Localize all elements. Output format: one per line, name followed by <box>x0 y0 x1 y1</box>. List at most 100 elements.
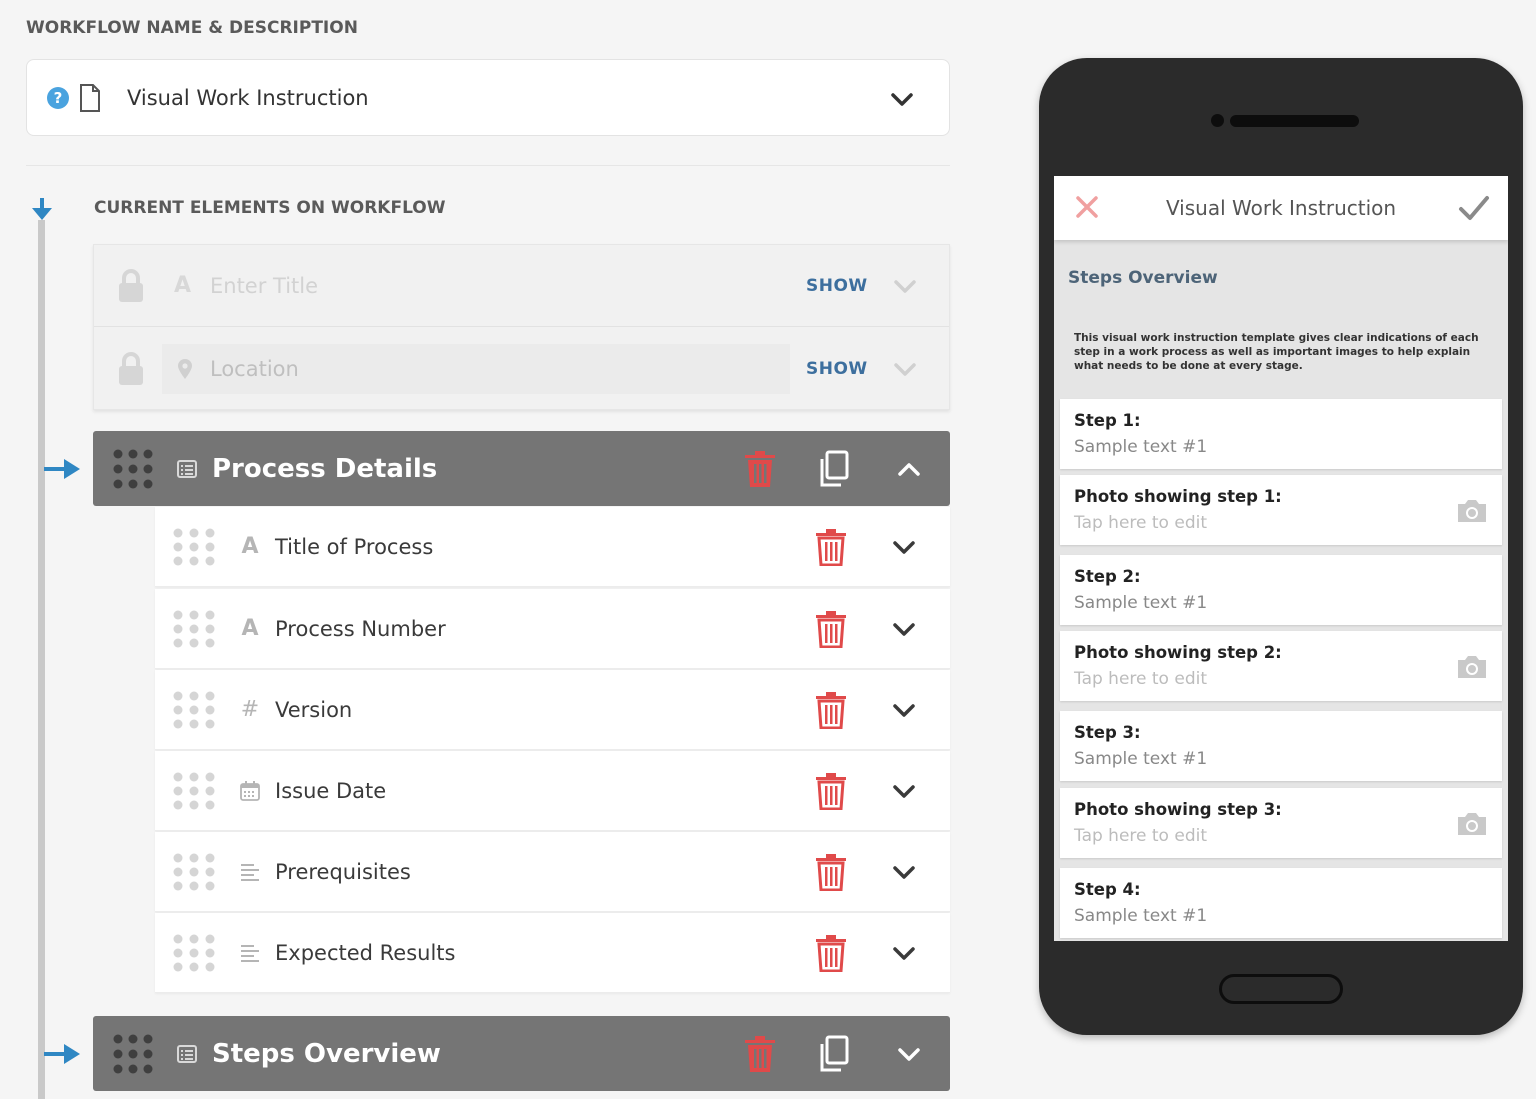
lock-icon <box>119 268 143 302</box>
drag-handle-icon[interactable] <box>173 772 215 810</box>
chevron-down-icon[interactable] <box>890 533 918 561</box>
trash-icon[interactable] <box>743 450 777 488</box>
trash-icon[interactable] <box>814 528 848 566</box>
trash-icon[interactable] <box>814 772 848 810</box>
text-icon: A <box>241 534 259 559</box>
chevron-down-icon[interactable] <box>890 777 918 805</box>
card-value: Tap here to edit <box>1074 513 1208 533</box>
calendar-icon <box>240 780 260 801</box>
trash-icon[interactable] <box>814 934 848 972</box>
preview-card[interactable]: Photo showing step 2: Tap here to edit <box>1060 631 1502 701</box>
number-icon: # <box>240 697 260 722</box>
camera-icon[interactable] <box>1456 654 1488 680</box>
preview-header: Visual Work Instruction <box>1054 176 1508 240</box>
location-placeholder: Location <box>210 357 299 381</box>
section-header-process-details[interactable]: Process Details <box>93 431 950 506</box>
drag-handle-icon[interactable] <box>173 610 215 648</box>
preview-card[interactable]: Photo showing step 3: Tap here to edit <box>1060 788 1502 858</box>
drag-handle-icon[interactable] <box>173 934 215 972</box>
preview-description: This visual work instruction template gi… <box>1074 332 1479 372</box>
chevron-down-icon[interactable] <box>890 615 918 643</box>
arrow-right-icon <box>44 1044 80 1064</box>
chevron-down-icon[interactable] <box>895 1040 923 1068</box>
element-row[interactable]: Issue Date <box>155 751 950 831</box>
preview-section-heading: Steps Overview <box>1068 268 1218 288</box>
arrow-right-icon <box>44 459 80 479</box>
paragraph-icon <box>241 944 259 962</box>
section-header-steps-overview[interactable]: Steps Overview <box>93 1016 950 1091</box>
trash-icon[interactable] <box>814 691 848 729</box>
title-placeholder: Enter Title <box>210 273 319 298</box>
timeline-line <box>38 220 45 1099</box>
show-button[interactable]: SHOW <box>806 359 868 379</box>
help-icon[interactable]: ? <box>47 86 69 109</box>
card-title: Step 4: <box>1074 880 1141 899</box>
phone-camera <box>1211 114 1224 127</box>
chevron-down-icon[interactable] <box>890 858 918 886</box>
divider <box>26 165 950 166</box>
show-button[interactable]: SHOW <box>806 276 868 296</box>
card-value: Tap here to edit <box>1074 669 1208 689</box>
section-list-icon <box>177 459 197 478</box>
trash-icon[interactable] <box>814 853 848 891</box>
chevron-down-icon <box>894 363 916 376</box>
current-elements-label: CURRENT ELEMENTS ON WORKFLOW <box>94 198 446 218</box>
card-title: Step 1: <box>1074 411 1141 430</box>
card-value: Tap here to edit <box>1074 826 1208 846</box>
paragraph-icon <box>241 863 259 881</box>
drag-handle-icon[interactable] <box>113 449 153 489</box>
drag-handle-icon[interactable] <box>173 691 215 729</box>
card-title: Photo showing step 3: <box>1074 800 1282 819</box>
duplicate-icon[interactable] <box>817 1035 851 1073</box>
card-value: Sample text #1 <box>1074 749 1208 769</box>
duplicate-icon[interactable] <box>817 450 851 488</box>
workflow-name-card[interactable]: ? Visual Work Instruction <box>26 59 950 136</box>
preview-title: Visual Work Instruction <box>1165 196 1397 220</box>
drag-handle-icon[interactable] <box>173 853 215 891</box>
locked-row-title: A Enter Title SHOW <box>94 245 949 327</box>
card-value: Sample text #1 <box>1074 437 1208 457</box>
check-icon[interactable] <box>1458 194 1490 222</box>
chevron-down-icon <box>894 279 916 293</box>
locked-row-location: Location SHOW <box>94 328 949 410</box>
camera-icon[interactable] <box>1456 498 1488 524</box>
chevron-down-icon[interactable] <box>889 86 915 112</box>
text-icon: A <box>174 273 192 298</box>
preview-card[interactable]: Step 4: Sample text #1 <box>1060 868 1502 938</box>
section-list-icon <box>177 1044 197 1063</box>
element-row[interactable]: Expected Results <box>155 913 950 993</box>
text-icon: A <box>241 616 259 641</box>
chevron-up-icon[interactable] <box>895 455 923 483</box>
chevron-down-icon[interactable] <box>890 939 918 967</box>
card-title: Photo showing step 2: <box>1074 643 1282 662</box>
lock-icon <box>119 352 143 385</box>
preview-card[interactable]: Step 1: Sample text #1 <box>1060 399 1502 469</box>
preview-card[interactable]: Photo showing step 1: Tap here to edit <box>1060 475 1502 545</box>
phone-home-button <box>1219 974 1343 1004</box>
card-title: Photo showing step 1: <box>1074 487 1282 506</box>
preview-card[interactable]: Step 2: Sample text #1 <box>1060 555 1502 625</box>
card-title: Step 2: <box>1074 567 1141 586</box>
phone-speaker <box>1230 115 1359 127</box>
drag-handle-icon[interactable] <box>173 528 215 566</box>
document-icon <box>80 83 100 112</box>
section-title: Steps Overview <box>212 1038 441 1069</box>
element-row[interactable]: # Version <box>155 670 950 750</box>
workflow-name-label: WORKFLOW NAME & DESCRIPTION <box>26 18 358 38</box>
drag-handle-icon[interactable] <box>113 1034 153 1074</box>
locked-fields-group: A Enter Title SHOW Location SHOW <box>93 244 950 410</box>
element-row[interactable]: Prerequisites <box>155 832 950 912</box>
chevron-down-icon[interactable] <box>890 696 918 724</box>
location-pin-icon <box>178 359 192 379</box>
element-label: Title of Process <box>275 534 434 559</box>
element-row[interactable]: A Title of Process <box>155 507 950 587</box>
preview-card[interactable]: Step 3: Sample text #1 <box>1060 711 1502 781</box>
close-icon[interactable] <box>1074 194 1100 220</box>
arrow-down-icon <box>32 198 52 220</box>
trash-icon[interactable] <box>743 1035 777 1073</box>
phone-preview: Visual Work Instruction Steps Overview T… <box>1039 58 1523 1035</box>
element-row[interactable]: A Process Number <box>155 589 950 669</box>
element-label: Issue Date <box>275 778 387 803</box>
trash-icon[interactable] <box>814 610 848 648</box>
camera-icon[interactable] <box>1456 811 1488 837</box>
